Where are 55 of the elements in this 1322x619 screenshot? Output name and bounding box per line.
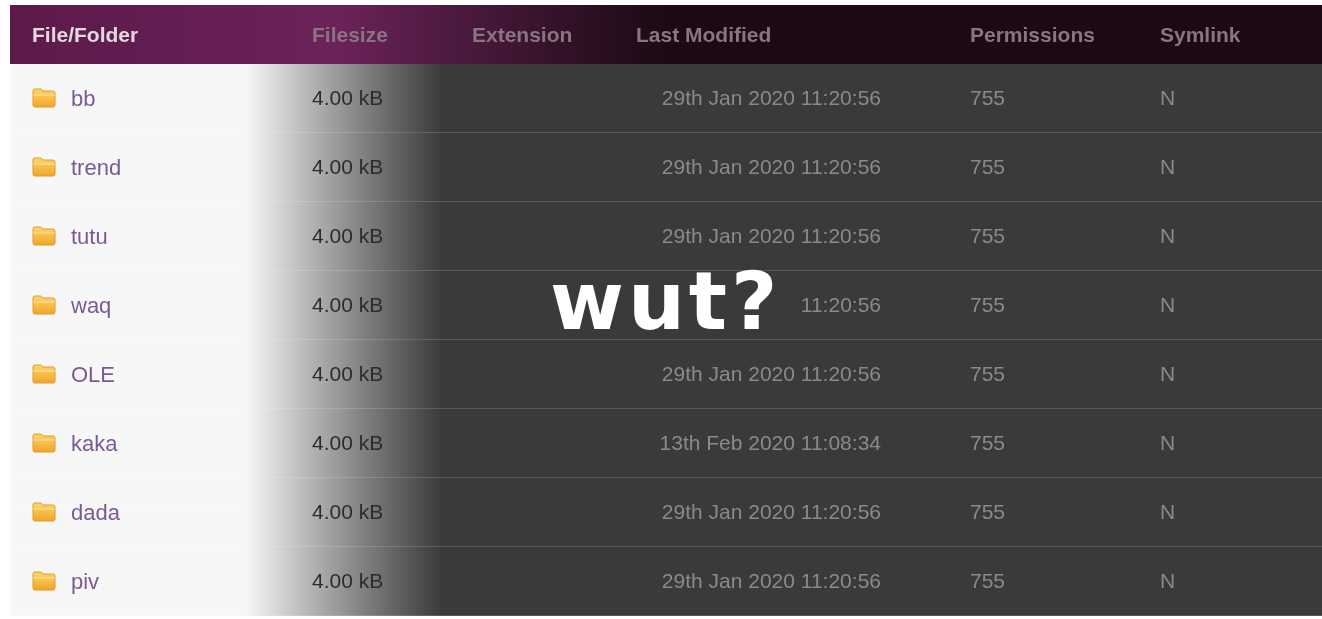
table-cell-text: 4.00 kB [312,568,385,595]
folder-icon [32,295,56,315]
table-cell-text: N [1160,154,1177,181]
folder-icon [32,226,56,246]
column-header: Last Modified [636,21,773,48]
table-cell-text: N [1160,223,1177,250]
table-cell-text: 29th Jan 2020 11:20:56 [661,361,881,388]
table-cell-text: 755 [970,499,1007,526]
table-cell-text: 29th Jan 2020 11:20:56 [661,499,881,526]
table-cell-text: N [1160,430,1177,457]
table-cell-text: N [1160,361,1177,388]
table-cell-text: 11:20:56 [800,292,881,319]
table-cell-text: N [1160,85,1177,112]
table-cell-text: 29th Jan 2020 11:20:56 [661,568,881,595]
table-cell-text: 4.00 kB [312,223,385,250]
table-cell-text: N [1160,499,1177,526]
table-cell-text: 13th Feb 2020 11:08:34 [659,430,881,457]
column-header: Permissions [970,21,1096,48]
table-cell-text: 755 [970,361,1007,388]
folder-name[interactable]: piv [71,564,100,598]
table-cell-text: 755 [970,85,1007,112]
folder-icon [32,433,56,453]
column-header: Extension [472,21,574,48]
table-cell-text: 755 [970,430,1007,457]
folder-icon [32,502,56,522]
table-cell-text: 4.00 kB [312,499,385,526]
folder-name[interactable]: kaka [71,426,118,460]
folder-name[interactable]: tutu [71,219,108,253]
overlay-caption: wut? [550,262,782,342]
table-cell-text: 755 [970,568,1007,595]
folder-name[interactable]: waq [71,288,112,322]
table-cell-text: 755 [970,154,1007,181]
table-cell-text: 4.00 kB [312,154,385,181]
table-cell-text: N [1160,292,1177,319]
folder-name[interactable]: dada [71,495,120,529]
table-cell-text: 4.00 kB [312,361,385,388]
table-cell-text: 4.00 kB [312,85,385,112]
folder-icon [32,157,56,177]
table-cell-text: 29th Jan 2020 11:20:56 [661,154,881,181]
table-cell-text: 4.00 kB [312,292,385,319]
table-cell-text: 4.00 kB [312,430,385,457]
folder-icon [32,88,56,108]
table-cell-text: 755 [970,223,1007,250]
folder-name[interactable]: trend [71,150,122,184]
table-cell-text: N [1160,568,1177,595]
column-header: Filesize [312,21,389,48]
table-cell-text: 29th Jan 2020 11:20:56 [661,85,881,112]
table-cell-text: 755 [970,292,1007,319]
column-header: File/Folder [31,21,140,48]
folder-name[interactable]: OLE [71,357,116,391]
folder-name[interactable]: bb [71,81,96,115]
folder-icon [32,571,56,591]
table-cell-text: 29th Jan 2020 11:20:56 [661,223,881,250]
column-header: Symlink [1160,21,1242,48]
folder-icon [32,364,56,384]
